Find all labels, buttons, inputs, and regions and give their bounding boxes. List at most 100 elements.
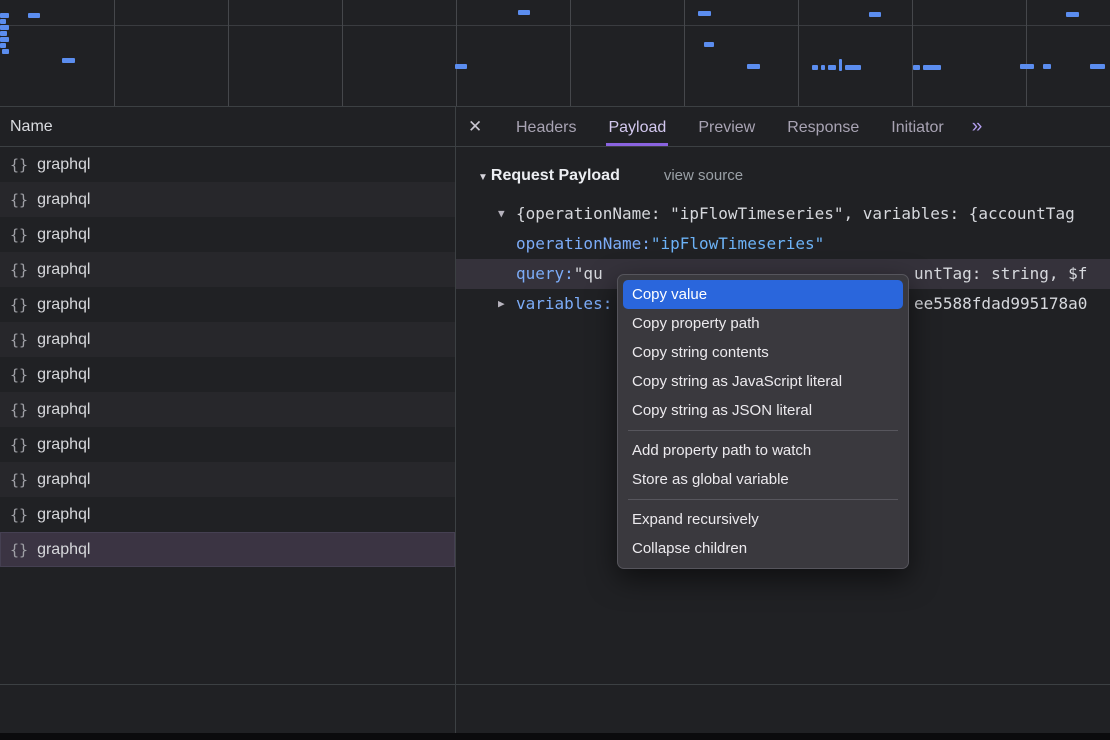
payload-value: "ipFlowTimeseries" [651, 229, 824, 259]
network-activity-bar [0, 13, 9, 18]
json-braces-icon: {} [10, 226, 28, 244]
request-payload-section[interactable]: ▼ Request Payload view source [478, 161, 1110, 191]
json-braces-icon: {} [10, 436, 28, 454]
network-activity-bar [1043, 64, 1051, 69]
network-activity-bar [0, 19, 6, 24]
network-activity-bar [2, 49, 9, 54]
request-name: graphql [37, 401, 90, 419]
network-activity-bar [1020, 64, 1034, 69]
requests-list: {} graphql {} graphql {} graphql {} graphql {} gr… [0, 147, 455, 567]
network-activity-bar [28, 13, 40, 18]
network-activity-bar [518, 10, 530, 15]
context-menu-item[interactable]: Copy string as JSON literal [623, 396, 903, 425]
network-activity-bar [698, 11, 711, 16]
indent-spacer [498, 259, 516, 289]
request-name: graphql [37, 506, 90, 524]
json-braces-icon: {} [10, 331, 28, 349]
network-activity-bar [747, 64, 760, 69]
disclosure-triangle-icon[interactable]: ▼ [498, 199, 516, 229]
request-row[interactable]: {} graphql [0, 392, 455, 427]
request-row[interactable]: {} graphql [0, 462, 455, 497]
footer-area [0, 684, 1110, 734]
request-name: graphql [37, 156, 90, 174]
menu-separator [628, 499, 898, 500]
context-menu-item[interactable]: Expand recursively [623, 505, 903, 534]
request-row[interactable]: {} graphql [0, 287, 455, 322]
timeline-gridline [570, 0, 571, 106]
request-name: graphql [37, 296, 90, 314]
request-name: graphql [37, 436, 90, 454]
network-activity-bar [1090, 64, 1105, 69]
request-name: graphql [37, 366, 90, 384]
network-activity-bar [1066, 12, 1079, 17]
context-menu-item[interactable]: Copy property path [623, 309, 903, 338]
disclosure-triangle-icon[interactable]: ▶ [498, 289, 516, 319]
network-overview-timeline[interactable] [0, 0, 1110, 107]
network-activity-bar [62, 58, 75, 63]
payload-value-tail: ee5588fdad995178a0 [914, 289, 1087, 319]
network-activity-bar [704, 42, 714, 47]
collapse-triangle-icon[interactable]: ▼ [478, 163, 488, 193]
request-name: graphql [37, 471, 90, 489]
request-name: graphql [37, 226, 90, 244]
timeline-gridline [456, 0, 457, 106]
tab-preview[interactable]: Preview [696, 107, 757, 146]
panel-divider [455, 685, 456, 734]
json-braces-icon: {} [10, 156, 28, 174]
payload-tree-row[interactable]: ▼{operationName: "ipFlowTimeseries", var… [498, 199, 1110, 229]
network-activity-bar [869, 12, 881, 17]
context-menu-item[interactable]: Collapse children [623, 534, 903, 563]
timeline-gridline [798, 0, 799, 106]
request-row[interactable]: {}graphql [0, 322, 455, 357]
timeline-gridline [342, 0, 343, 106]
request-row[interactable]: {}graphql [0, 182, 455, 217]
request-row[interactable]: {} graphql [0, 357, 455, 392]
tab-initiator[interactable]: Initiator [889, 107, 945, 146]
detail-tabs: Headers Payload Preview Response Initiator [500, 107, 960, 146]
network-activity-bar [0, 43, 6, 48]
section-title: Request Payload [491, 161, 620, 191]
network-activity-bar [455, 64, 467, 69]
json-braces-icon: {} [10, 296, 28, 314]
context-menu-item[interactable]: Add property path to watch [623, 436, 903, 465]
timeline-divider [0, 25, 1110, 26]
timeline-gridline [114, 0, 115, 106]
close-icon[interactable]: ✕ [468, 117, 500, 137]
payload-tree-row[interactable]: operationName: "ipFlowTimeseries" [498, 229, 1110, 259]
context-menu-item[interactable]: Copy value [623, 280, 903, 309]
context-menu-item[interactable]: Copy string contents [623, 338, 903, 367]
json-braces-icon: {} [10, 261, 28, 279]
request-row[interactable]: {} graphql [0, 427, 455, 462]
payload-key: operationName: [516, 229, 651, 259]
network-activity-bar [821, 65, 825, 70]
network-activity-bar [0, 25, 9, 30]
context-menu-item[interactable]: Copy string as JavaScript literal [623, 367, 903, 396]
view-source-link[interactable]: view source [664, 161, 743, 191]
timeline-gridline [684, 0, 685, 106]
network-activity-bar [839, 59, 842, 71]
json-braces-icon: {} [10, 366, 28, 384]
request-row[interactable]: {}graphql [0, 252, 455, 287]
name-column-header[interactable]: Name [0, 107, 455, 147]
timeline-gridline [912, 0, 913, 106]
request-row[interactable]: {} graphql [0, 217, 455, 252]
json-braces-icon: {} [10, 471, 28, 489]
request-row[interactable]: {}graphql [0, 532, 455, 567]
context-menu-item[interactable]: Store as global variable [623, 465, 903, 494]
network-activity-bar [812, 65, 818, 70]
network-activity-bar [923, 65, 941, 70]
more-tabs-icon[interactable]: » [972, 116, 983, 138]
tab-headers[interactable]: Headers [514, 107, 578, 146]
timeline-gridline [1026, 0, 1027, 106]
json-braces-icon: {} [10, 541, 28, 559]
payload-preview-text: {operationName: "ipFlowTimeseries", vari… [516, 199, 1075, 229]
requests-panel: Name {}graphql{}graphql{}graphql{}graphq… [0, 107, 456, 684]
network-activity-bar [913, 65, 920, 70]
payload-key: variables: [516, 289, 612, 319]
network-activity-bar [0, 31, 7, 36]
json-braces-icon: {} [10, 401, 28, 419]
request-row[interactable]: {}graphql [0, 497, 455, 532]
request-row[interactable]: {} graphql [0, 147, 455, 182]
tab-payload[interactable]: Payload [606, 107, 668, 146]
tab-response[interactable]: Response [785, 107, 861, 146]
